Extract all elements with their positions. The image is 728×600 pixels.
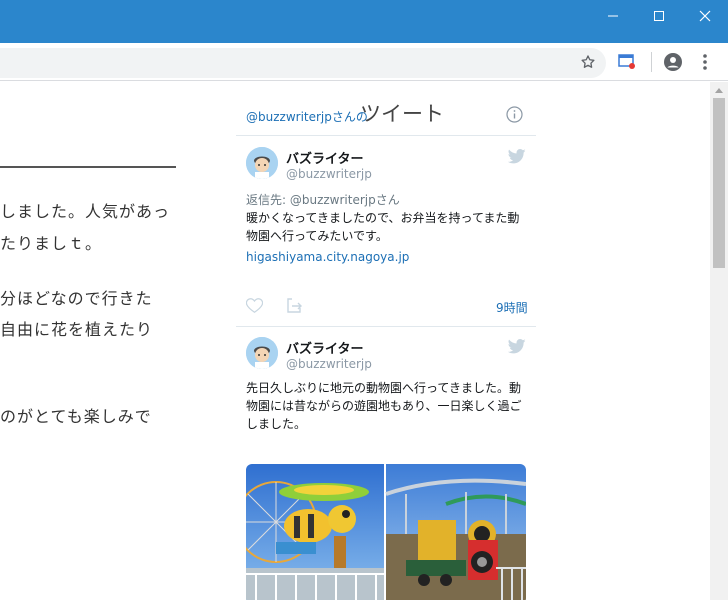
tweet-text-line: 物園へ行ってみたいです。 bbox=[246, 229, 388, 243]
avatar-face-icon bbox=[246, 337, 278, 369]
tweet[interactable]: バズライター @buzzwriterjp 返信先: @buzzwriterjpさ… bbox=[236, 137, 536, 327]
tweet-author-name[interactable]: バズライター bbox=[286, 338, 363, 357]
tweet-text: 暖かくなってきましたので、お弁当を持ってまた動 物園へ行ってみたいです。 bbox=[246, 209, 528, 245]
toolbar-separator bbox=[651, 52, 652, 72]
heart-icon[interactable] bbox=[246, 298, 263, 313]
tweet-text-line: 暖かくなってきましたので、お弁当を持ってまた動 bbox=[246, 211, 520, 225]
address-bar[interactable] bbox=[0, 48, 606, 78]
tweet-media-photos[interactable] bbox=[246, 464, 526, 600]
cast-extension-button[interactable] bbox=[617, 52, 637, 72]
avatar[interactable] bbox=[246, 147, 278, 179]
profile-icon bbox=[664, 53, 682, 71]
vertical-scrollbar[interactable] bbox=[710, 82, 728, 600]
tweet-author-name[interactable]: バズライター bbox=[286, 148, 363, 167]
article-text-line: たりましｔ。 bbox=[0, 234, 103, 253]
article-text-line: 自由に花を植えたり bbox=[0, 320, 154, 339]
timeline-header: @buzzwriterjpさんの ツイート bbox=[236, 82, 536, 136]
info-icon[interactable] bbox=[506, 106, 523, 123]
window-titlebar bbox=[0, 0, 728, 43]
bookmark-star-button[interactable] bbox=[578, 52, 598, 72]
maximize-button[interactable] bbox=[636, 0, 682, 32]
tweet-text-line: 先日久しぶりに地元の動物園へ行ってきました。動 bbox=[246, 381, 522, 395]
tweet-author-handle[interactable]: @buzzwriterjp bbox=[286, 167, 372, 181]
menu-icon bbox=[703, 54, 707, 70]
scroll-up-button[interactable] bbox=[710, 82, 728, 98]
tweet-text: 先日久しぶりに地元の動物園へ行ってきました。動 物園には昔ながらの遊園地もあり、… bbox=[246, 379, 528, 433]
tweet-link[interactable]: higashiyama.city.nagoya.jp bbox=[246, 250, 409, 264]
twitter-bird-icon[interactable] bbox=[508, 149, 526, 164]
article-text-line: のがとても楽しみで bbox=[0, 407, 152, 426]
tweet-timestamp[interactable]: 9時間 bbox=[496, 299, 528, 316]
star-icon bbox=[581, 55, 595, 68]
scroll-up-arrow-icon bbox=[715, 87, 723, 93]
avatar-face-icon bbox=[246, 147, 278, 179]
article-text-line: しました。人気があっ bbox=[0, 202, 171, 221]
tweet-text-line: しました。 bbox=[246, 417, 307, 431]
tweet-media-gallery[interactable] bbox=[246, 464, 526, 600]
maximize-icon bbox=[654, 11, 664, 21]
minimize-button[interactable] bbox=[590, 0, 636, 32]
twitter-timeline-widget: @buzzwriterjpさんの ツイート バズライター @buzzwriter… bbox=[236, 82, 536, 600]
scrollbar-thumb[interactable] bbox=[713, 98, 725, 268]
minimize-icon bbox=[608, 15, 618, 17]
menu-button[interactable] bbox=[697, 52, 713, 72]
tweet-text-line: 物園には昔ながらの遊園地もあり、一日楽しく過ご bbox=[246, 399, 522, 413]
twitter-bird-icon[interactable] bbox=[508, 339, 526, 354]
page-content: しました。人気があっ たりましｔ。 分ほどなので行きた 自由に花を植えたり のが… bbox=[0, 82, 710, 600]
cast-extension-icon bbox=[618, 54, 635, 69]
browser-toolbar bbox=[0, 43, 728, 81]
profile-button[interactable] bbox=[662, 51, 684, 73]
close-button[interactable] bbox=[682, 0, 728, 32]
avatar[interactable] bbox=[246, 337, 278, 369]
tweet-author-handle[interactable]: @buzzwriterjp bbox=[286, 357, 372, 371]
share-icon[interactable] bbox=[286, 298, 302, 313]
timeline-header-handle[interactable]: @buzzwriterjpさんの bbox=[246, 108, 368, 125]
close-icon bbox=[699, 10, 711, 22]
article-text-line: 分ほどなので行きた bbox=[0, 289, 153, 308]
tweet-reply-to[interactable]: 返信先: @buzzwriterjpさん bbox=[246, 191, 400, 208]
timeline-header-title: ツイート bbox=[360, 102, 444, 126]
heading-underline bbox=[0, 166, 176, 168]
